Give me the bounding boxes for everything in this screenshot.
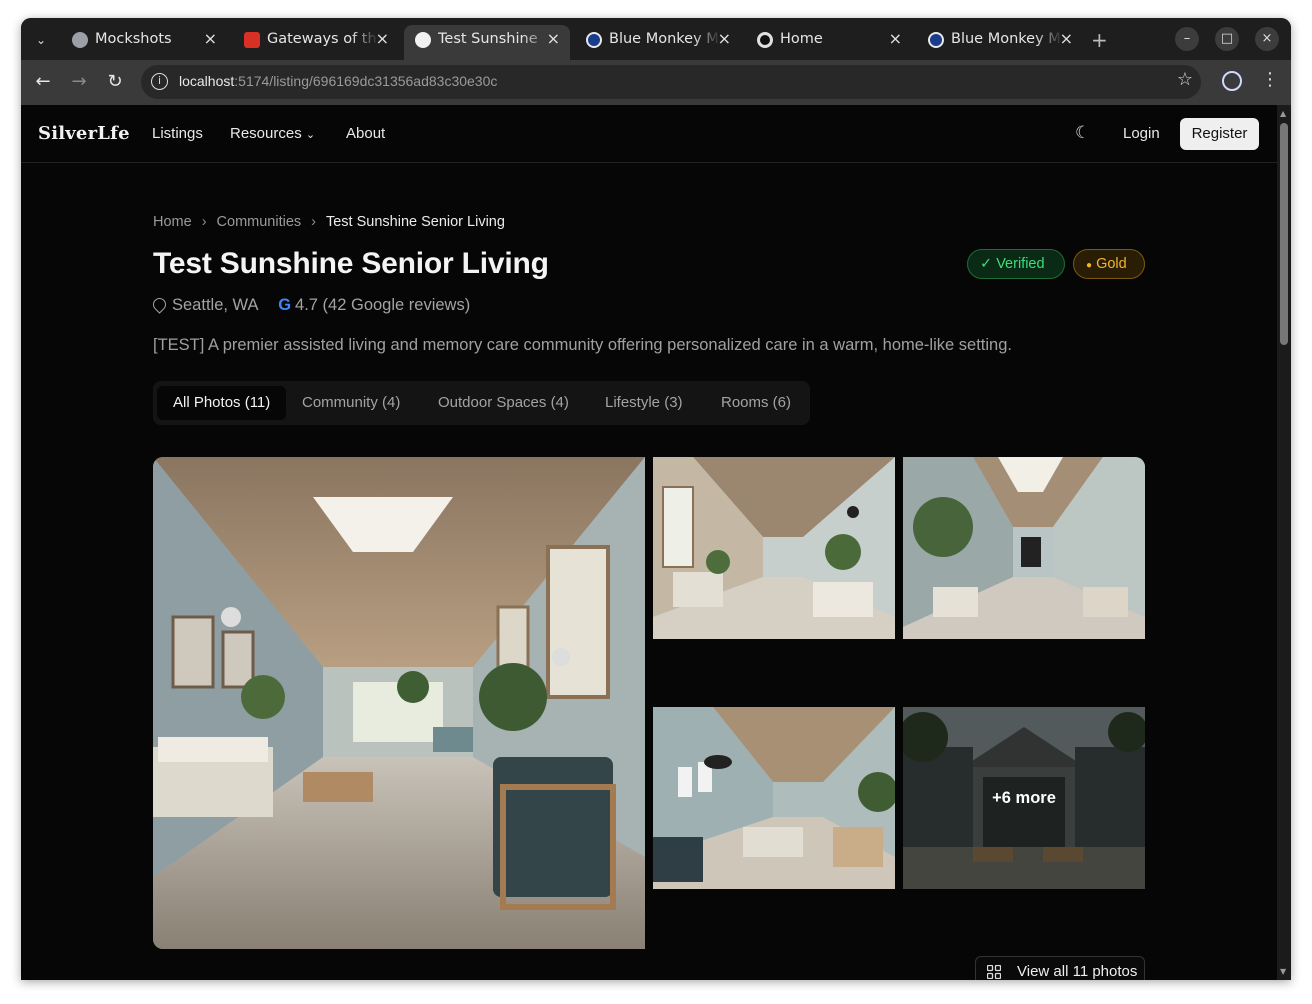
close-icon[interactable]: × bbox=[718, 29, 731, 48]
tab-rooms[interactable]: Rooms (6) bbox=[705, 386, 807, 420]
browser-tab[interactable]: Home × bbox=[746, 25, 912, 60]
nav-listings[interactable]: Listings bbox=[152, 125, 203, 142]
main-photo[interactable] bbox=[153, 457, 645, 949]
tab-title: Test Sunshine bbox=[438, 31, 550, 47]
site-favicon-icon bbox=[586, 32, 602, 48]
maximize-icon[interactable]: □ bbox=[1215, 27, 1239, 51]
verified-badge: ✓ Verified bbox=[967, 249, 1065, 279]
gallery-photo-more[interactable]: +6 more bbox=[903, 707, 1145, 889]
gallery-photo[interactable] bbox=[653, 707, 895, 889]
listing-meta: Seattle, WA G 4.7 (42 Google reviews) bbox=[150, 295, 470, 315]
browser-window: ⌄ Mockshots × Gateways of th × Test Suns… bbox=[21, 18, 1291, 980]
scroll-up-arrow-icon[interactable]: ▲ bbox=[1280, 109, 1286, 118]
more-photos-overlay[interactable]: +6 more bbox=[903, 707, 1145, 889]
close-icon[interactable]: × bbox=[547, 29, 560, 48]
chevron-right-icon: › bbox=[201, 214, 207, 230]
breadcrumb-current: Test Sunshine Senior Living bbox=[325, 214, 505, 230]
tab-title: Blue Monkey M bbox=[609, 31, 721, 47]
reload-icon[interactable]: ↻ bbox=[103, 70, 127, 94]
browser-tab-active[interactable]: Test Sunshine × bbox=[404, 25, 570, 60]
dot-icon: ● bbox=[1086, 260, 1093, 271]
nav-resources[interactable]: Resources ⌄ bbox=[230, 125, 315, 142]
profile-avatar-icon[interactable] bbox=[1222, 71, 1242, 91]
browser-tab[interactable]: Gateways of th × bbox=[233, 25, 399, 60]
tab-title: Mockshots bbox=[95, 31, 207, 47]
chevron-right-icon: › bbox=[311, 214, 316, 230]
browser-toolbar: ← → ↻ i localhost:5174/listing/696169dc3… bbox=[21, 60, 1291, 105]
moon-icon[interactable]: ☾ bbox=[1075, 123, 1090, 143]
tab-community[interactable]: Community (4) bbox=[286, 386, 416, 420]
site-info-icon[interactable]: i bbox=[151, 73, 168, 90]
url-text[interactable]: localhost:5174/listing/696169dc31356ad83… bbox=[179, 73, 497, 89]
page-content: SilverLfe Listings Resources ⌄ About ☾ L… bbox=[21, 105, 1277, 980]
close-icon[interactable]: × bbox=[1060, 29, 1073, 48]
site-favicon-icon bbox=[757, 32, 773, 48]
page-title: Test Sunshine Senior Living bbox=[153, 247, 549, 280]
tab-title: Gateways of th bbox=[267, 31, 379, 47]
breadcrumb-communities[interactable]: Communities bbox=[217, 214, 302, 230]
grid-icon bbox=[987, 965, 1001, 979]
browser-tab[interactable]: Blue Monkey M × bbox=[575, 25, 741, 60]
corridor-seating-image bbox=[653, 457, 895, 639]
view-all-photos-button[interactable]: View all 11 photos bbox=[975, 956, 1145, 980]
login-link[interactable]: Login bbox=[1123, 125, 1160, 142]
verified-label: Verified bbox=[996, 256, 1045, 272]
tab-all-photos[interactable]: All Photos (11) bbox=[157, 386, 287, 420]
close-icon[interactable]: × bbox=[376, 29, 389, 48]
photo-filter-tabs: All Photos (11) Community (4) Outdoor Sp… bbox=[153, 381, 810, 425]
close-icon[interactable]: × bbox=[204, 29, 217, 48]
close-icon[interactable]: × bbox=[889, 29, 902, 48]
site-header: SilverLfe Listings Resources ⌄ About ☾ L… bbox=[21, 105, 1277, 163]
site-logo[interactable]: SilverLfe bbox=[38, 123, 130, 144]
tab-search-chevron-icon[interactable]: ⌄ bbox=[29, 28, 53, 52]
google-icon: G bbox=[278, 296, 292, 314]
chevron-down-icon: ⌄ bbox=[305, 129, 316, 141]
breadcrumb-home[interactable]: Home bbox=[153, 214, 192, 230]
new-tab-plus-icon[interactable]: + bbox=[1091, 28, 1108, 52]
check-icon: ✓ bbox=[980, 256, 993, 272]
bookmark-star-icon[interactable]: ☆ bbox=[1177, 69, 1193, 90]
back-arrow-icon[interactable]: ← bbox=[31, 70, 55, 94]
gallery-photo[interactable] bbox=[903, 457, 1145, 639]
listing-description: [TEST] A premier assisted living and mem… bbox=[153, 336, 1012, 354]
forward-arrow-icon[interactable]: → bbox=[67, 70, 91, 94]
browser-tab[interactable]: Blue Monkey M × bbox=[917, 25, 1083, 60]
gold-badge: ● Gold bbox=[1073, 249, 1145, 279]
lounge-corridor-image bbox=[153, 457, 645, 949]
scroll-down-arrow-icon[interactable]: ▼ bbox=[1280, 967, 1286, 976]
site-favicon-icon bbox=[415, 32, 431, 48]
browser-tab[interactable]: Mockshots × bbox=[61, 25, 227, 60]
tab-lifestyle[interactable]: Lifestyle (3) bbox=[589, 386, 699, 420]
register-button[interactable]: Register bbox=[1180, 118, 1259, 150]
address-bar[interactable]: i localhost:5174/listing/696169dc31356ad… bbox=[141, 65, 1201, 99]
breadcrumb: Home › Communities › Test Sunshine Senior Li… bbox=[153, 214, 505, 230]
page-scrollbar[interactable]: ▲ ▼ bbox=[1277, 105, 1291, 980]
url-path: :5174/listing/696169dc31356ad83c30e30c bbox=[234, 73, 498, 89]
tab-strip: ⌄ Mockshots × Gateways of th × Test Suns… bbox=[21, 18, 1291, 60]
tab-title: Home bbox=[780, 31, 892, 47]
window-close-icon[interactable]: × bbox=[1255, 27, 1279, 51]
url-host: localhost bbox=[179, 73, 235, 89]
browser-menu-icon[interactable]: ⋮ bbox=[1261, 69, 1279, 90]
location-text: Seattle, WA bbox=[172, 296, 258, 314]
globe-icon bbox=[72, 32, 88, 48]
site-favicon-icon bbox=[928, 32, 944, 48]
nav-about[interactable]: About bbox=[346, 125, 385, 142]
rating-text[interactable]: 4.7 (42 Google reviews) bbox=[295, 296, 470, 314]
tab-outdoor-spaces[interactable]: Outdoor Spaces (4) bbox=[422, 386, 585, 420]
scrollbar-thumb[interactable] bbox=[1280, 123, 1288, 345]
hallway-lounge-image bbox=[903, 457, 1145, 639]
nav-resources-label: Resources bbox=[230, 125, 302, 142]
corridor-lounge-image bbox=[653, 707, 895, 889]
tab-title: Blue Monkey M bbox=[951, 31, 1063, 47]
gallery-photo[interactable] bbox=[653, 457, 895, 639]
gold-label: Gold bbox=[1096, 256, 1127, 272]
minimize-icon[interactable]: – bbox=[1175, 27, 1199, 51]
site-favicon-icon bbox=[244, 32, 260, 48]
map-pin-icon bbox=[150, 295, 169, 314]
view-all-label: View all 11 photos bbox=[1017, 963, 1138, 980]
